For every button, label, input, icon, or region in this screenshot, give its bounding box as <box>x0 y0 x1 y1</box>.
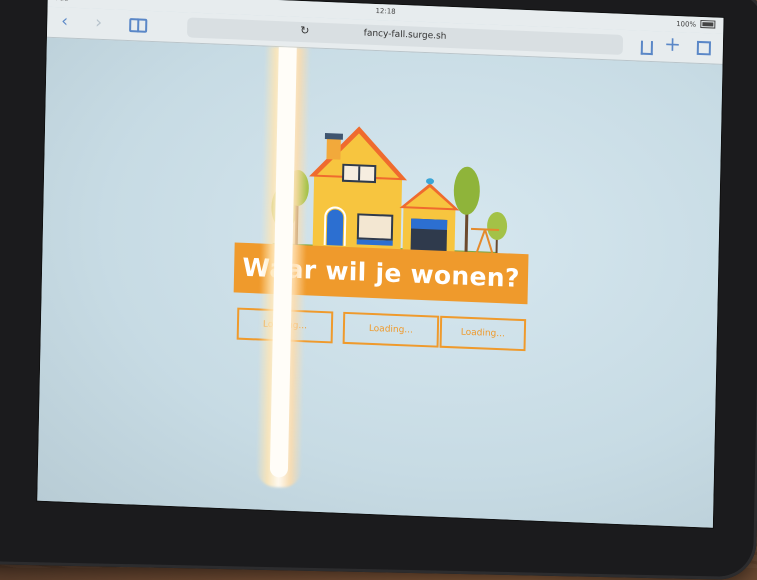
battery-indicator: 100% <box>676 19 715 30</box>
tabs-icon[interactable] <box>697 41 711 56</box>
battery-icon <box>700 20 715 29</box>
forward-icon[interactable]: › <box>95 13 102 33</box>
device-label: iPad <box>54 0 69 3</box>
status-time: 12:18 <box>375 7 395 16</box>
battery-percent: 100% <box>676 20 696 29</box>
bookmarks-icon[interactable] <box>129 18 147 33</box>
new-tab-icon[interactable]: + <box>664 34 681 55</box>
web-page: Waar wil je wonen? Loading... Loading...… <box>37 38 722 528</box>
choice-button-2[interactable]: Loading... <box>343 312 440 348</box>
reload-icon[interactable]: ↻ <box>300 24 510 45</box>
ipad-device-frame: iPad 12:18 100% ‹ › fancy-fall.surge.sh … <box>0 0 757 580</box>
back-icon[interactable]: ‹ <box>61 11 68 31</box>
choice-button-3[interactable]: Loading... <box>440 316 527 351</box>
ipad-screen: iPad 12:18 100% ‹ › fancy-fall.surge.sh … <box>37 0 723 528</box>
share-icon[interactable] <box>641 41 653 55</box>
